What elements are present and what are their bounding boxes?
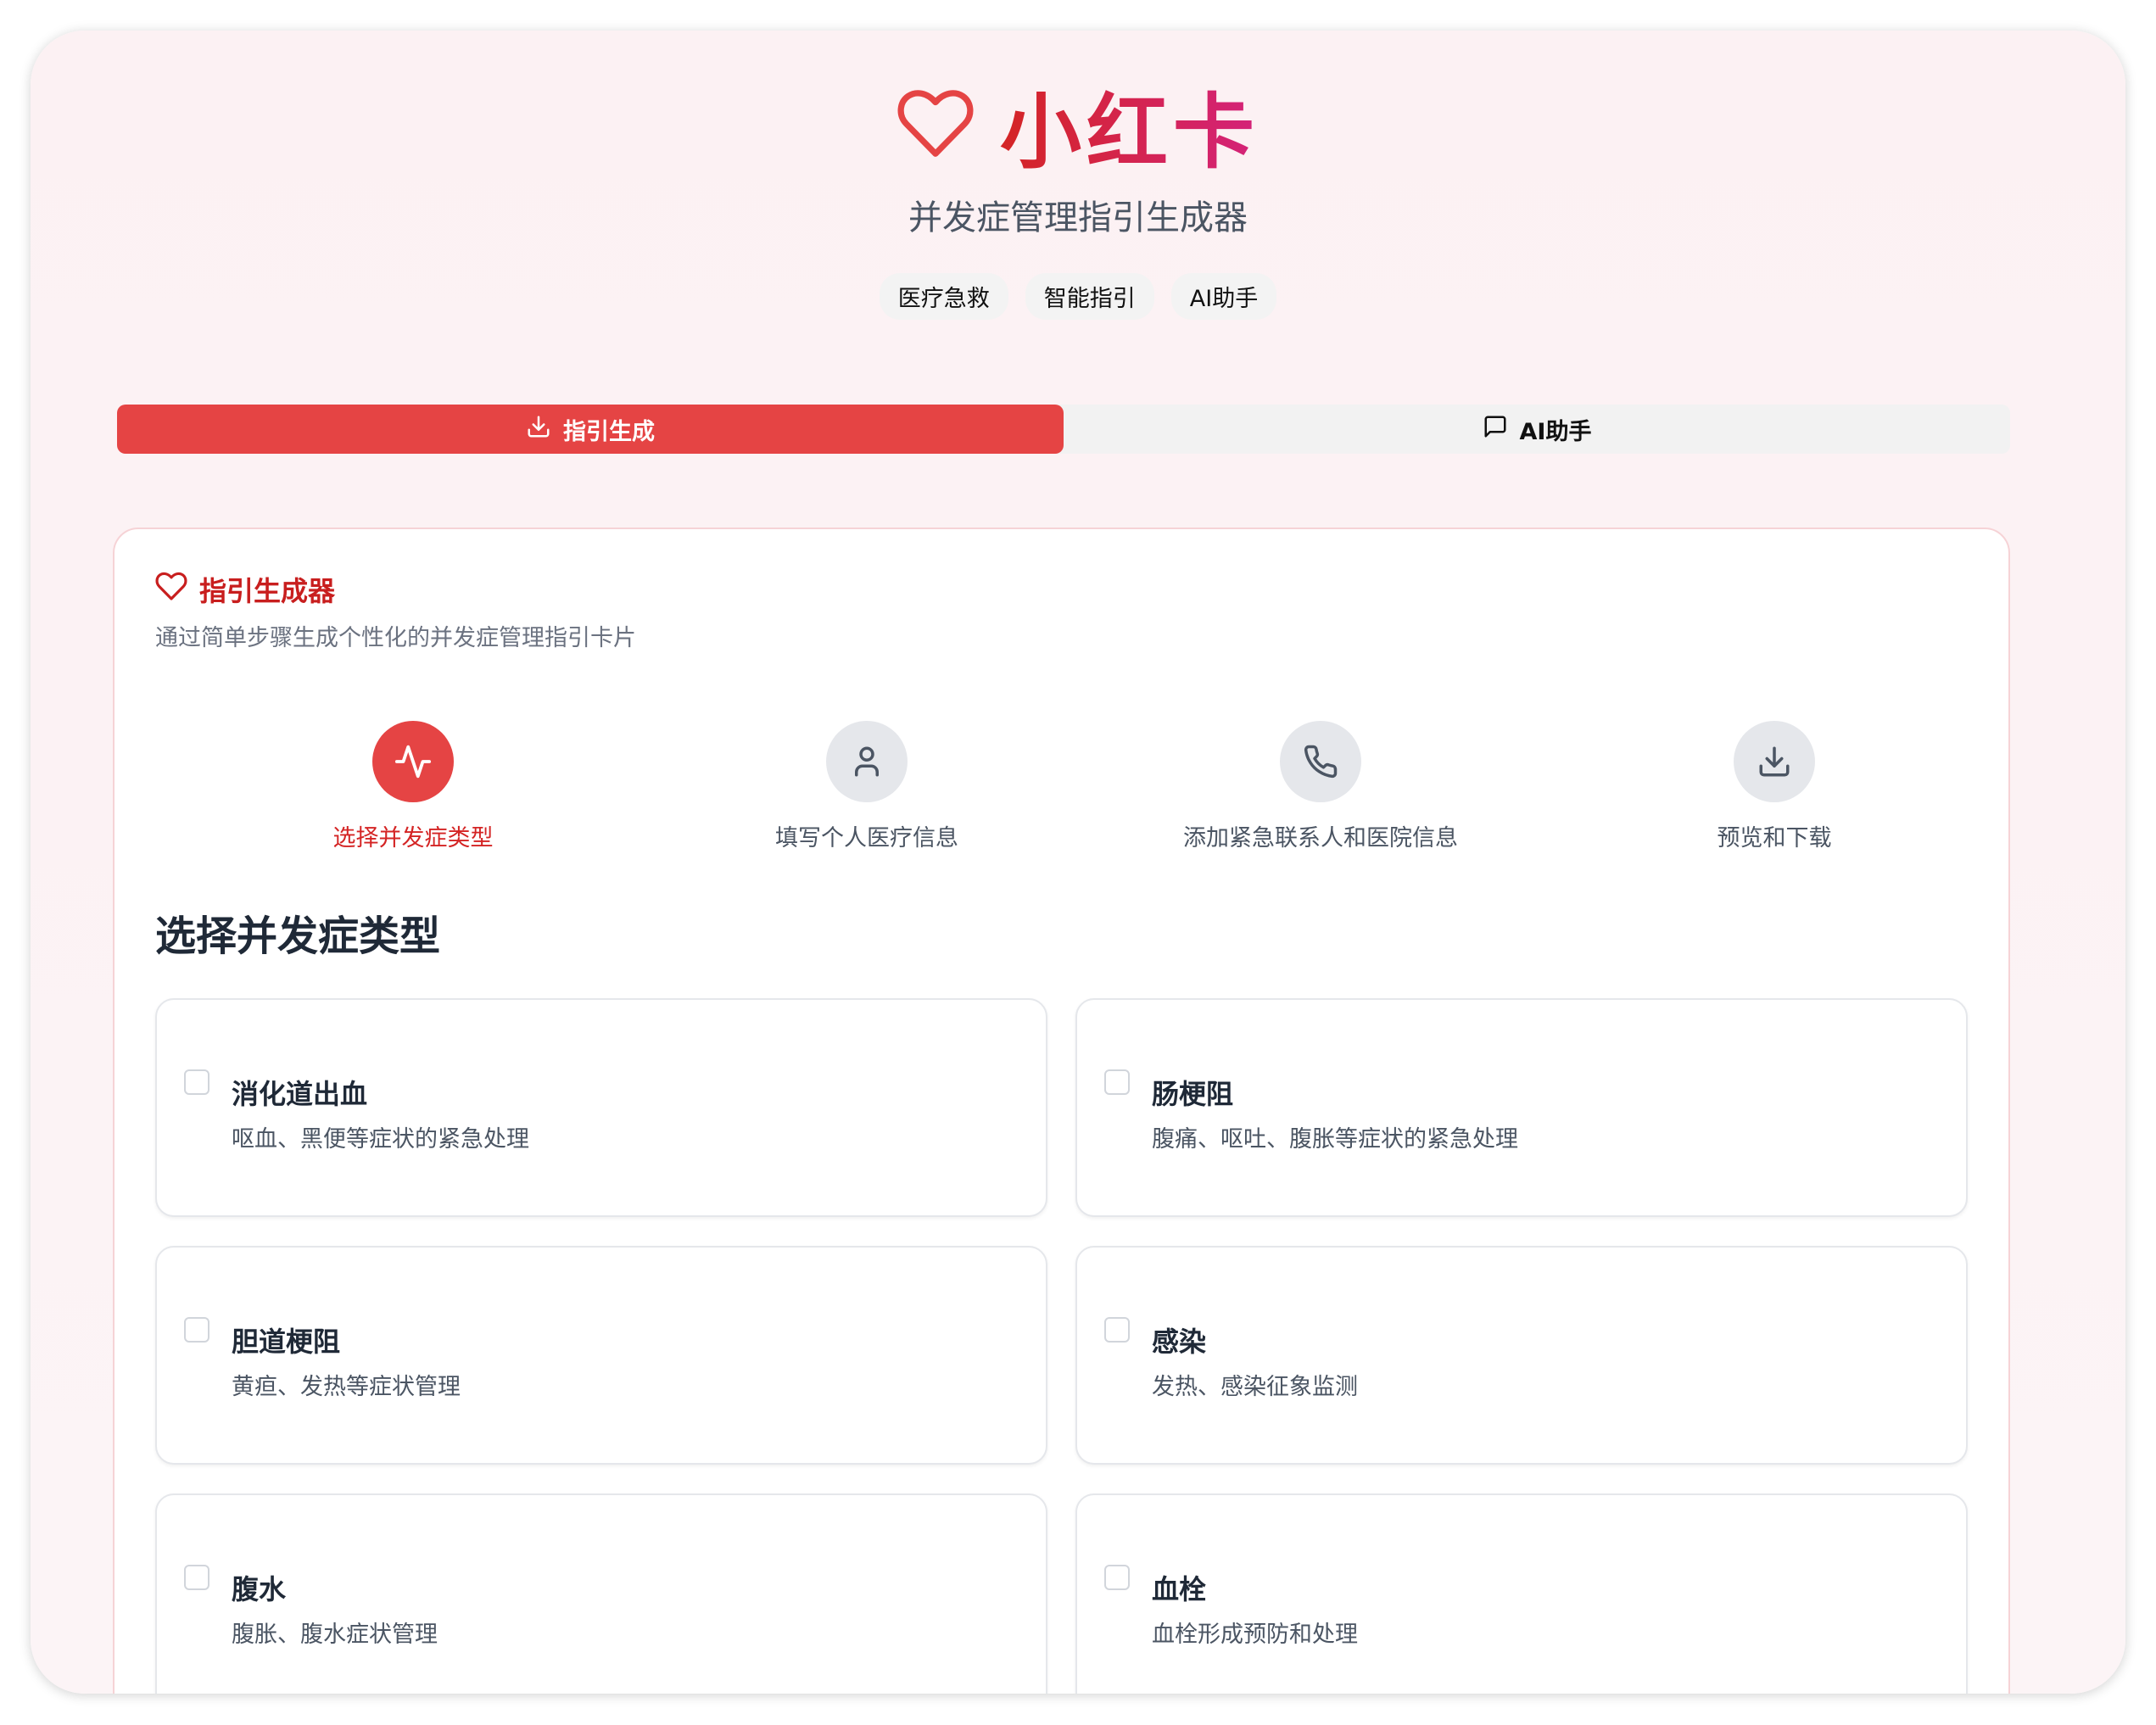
badges: 医疗急救 智能指引 AI助手 (31, 273, 2125, 320)
option-description: 腹痛、呕吐、腹胀等症状的紧急处理 (1152, 1126, 1518, 1153)
card-title-text: 指引生成器 (199, 575, 336, 607)
option-description: 黄疸、发热等症状管理 (232, 1374, 461, 1400)
option-description: 腹胀、腹水症状管理 (232, 1622, 438, 1648)
card-description: 通过简单步骤生成个性化的并发症管理指引卡片 (155, 625, 636, 651)
badge: 智能指引 (1025, 273, 1154, 320)
step-personal-info[interactable]: 填写个人医疗信息 (646, 721, 1087, 852)
option-description: 血栓形成预防和处理 (1152, 1622, 1358, 1648)
heart-icon (155, 571, 187, 608)
option-card[interactable]: 感染发热、感染征象监测 (1075, 1246, 1968, 1465)
option-card[interactable]: 腹水腹胀、腹水症状管理 (155, 1493, 1047, 1694)
option-description: 发热、感染征象监测 (1152, 1374, 1358, 1400)
option-title: 胆道梗阻 (232, 1326, 341, 1358)
user-icon (826, 721, 908, 802)
tab-bar: 指引生成 AI助手 (117, 405, 2010, 454)
checkbox[interactable] (184, 1069, 209, 1095)
badge: AI助手 (1170, 273, 1277, 320)
checkbox[interactable] (184, 1565, 209, 1590)
activity-icon (372, 721, 454, 802)
option-title: 消化道出血 (232, 1078, 368, 1110)
step-label: 选择并发症类型 (332, 825, 494, 851)
tab-ai-assistant[interactable]: AI助手 (1064, 405, 2010, 454)
tab-guide-generate[interactable]: 指引生成 (117, 405, 1064, 454)
option-card[interactable]: 血栓血栓形成预防和处理 (1075, 1493, 1968, 1694)
section-title: 选择并发症类型 (155, 913, 441, 960)
step-select-complication[interactable]: 选择并发症类型 (193, 721, 634, 852)
option-title: 血栓 (1152, 1573, 1207, 1605)
app-window: 小红卡 并发症管理指引生成器 医疗急救 智能指引 AI助手 指引生成 AI助手 … (31, 31, 2125, 1694)
header: 小红卡 并发症管理指引生成器 医疗急救 智能指引 AI助手 (31, 78, 2125, 320)
option-title: 腹水 (232, 1573, 287, 1605)
option-title: 感染 (1152, 1326, 1207, 1358)
checkbox[interactable] (184, 1317, 209, 1343)
option-card[interactable]: 肠梗阻腹痛、呕吐、腹胀等症状的紧急处理 (1075, 998, 1968, 1217)
generator-card: 指引生成器 通过简单步骤生成个性化的并发症管理指引卡片 选择并发症类型 填写个人… (113, 528, 2010, 1694)
step-label: 添加紧急联系人和医院信息 (1183, 825, 1458, 851)
card-title: 指引生成器 (155, 570, 335, 609)
option-title: 肠梗阻 (1152, 1078, 1234, 1110)
checkbox[interactable] (1104, 1317, 1130, 1343)
step-label: 预览和下载 (1717, 825, 1832, 851)
option-card[interactable]: 胆道梗阻黄疸、发热等症状管理 (155, 1246, 1047, 1465)
option-card[interactable]: 消化道出血呕血、黑便等症状的紧急处理 (155, 998, 1047, 1217)
option-description: 呕血、黑便等症状的紧急处理 (232, 1126, 529, 1153)
message-icon (1483, 414, 1508, 445)
download-icon (526, 414, 551, 445)
tab-label: AI助手 (1519, 418, 1592, 445)
app-subtitle: 并发症管理指引生成器 (908, 198, 1248, 237)
step-emergency-contacts[interactable]: 添加紧急联系人和医院信息 (1100, 721, 1541, 852)
heart-icon (896, 87, 975, 162)
checkbox[interactable] (1104, 1069, 1130, 1095)
phone-icon (1280, 721, 1361, 802)
checkbox[interactable] (1104, 1565, 1130, 1590)
step-preview-download[interactable]: 预览和下载 (1554, 721, 1995, 852)
step-label: 填写个人医疗信息 (775, 825, 958, 851)
logo: 小红卡 (31, 78, 2125, 180)
badge: 医疗急救 (879, 273, 1008, 320)
download-icon (1734, 721, 1815, 802)
app-title: 小红卡 (1000, 66, 1260, 184)
tab-label: 指引生成 (563, 418, 655, 445)
